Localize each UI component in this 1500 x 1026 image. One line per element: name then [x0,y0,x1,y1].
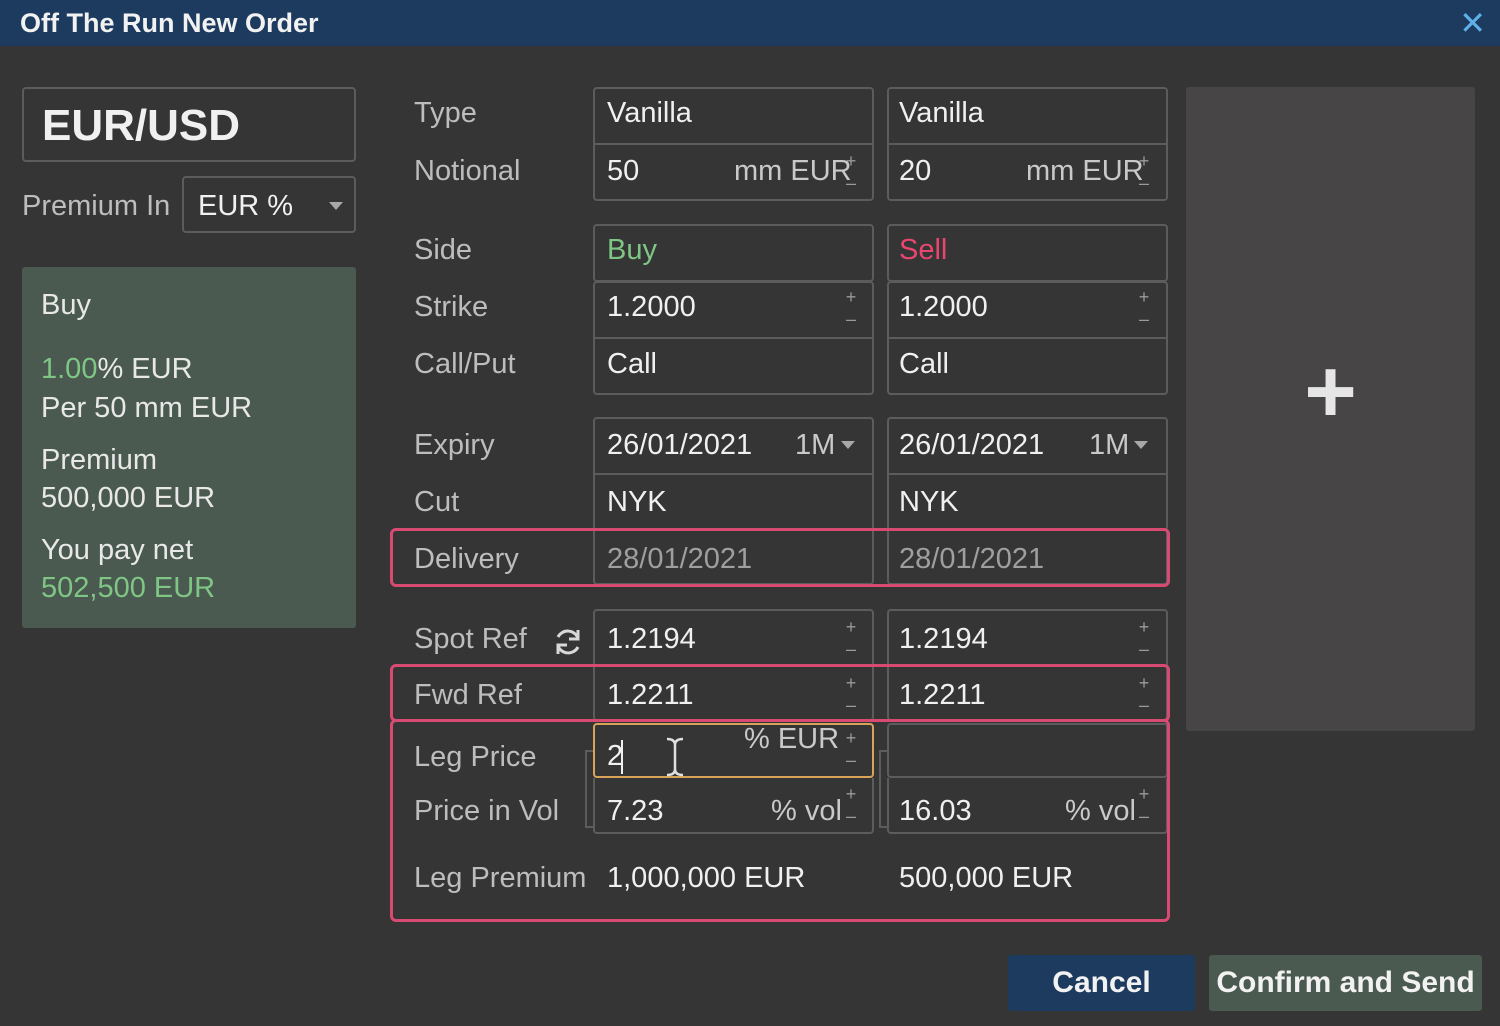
leg1-expiry-input[interactable]: 26/01/2021 [607,429,752,462]
label-type: Type [414,97,477,129]
plus-icon[interactable]: + [1136,152,1152,170]
summary-per-line: Per 50 mm EUR [41,392,253,424]
minus-icon[interactable]: – [843,174,859,192]
label-notional: Notional [414,155,521,187]
leg2-expiry-input[interactable]: 26/01/2021 [899,429,1044,462]
premium-in-value: EUR % [198,190,294,222]
minus-icon[interactable]: – [1136,310,1152,328]
refresh-icon[interactable] [552,626,584,658]
plus-icon[interactable]: + [843,288,859,306]
leg1-strike-input[interactable]: 1.2000 [607,291,696,324]
title-bar: Off The Run New Order ✕ [0,0,1500,46]
minus-icon[interactable]: – [1136,640,1152,658]
label-side: Side [414,234,473,266]
leg1-tenor-select[interactable]: 1M [795,429,835,462]
add-leg-panel[interactable]: + [1186,87,1475,731]
label-spot-ref: Spot Ref [414,623,527,655]
leg2-notional-input[interactable]: 20 [899,155,931,188]
leg2-notional-stepper[interactable]: + – [1136,152,1152,192]
leg1-side-value: Buy [607,234,657,266]
leg2-type-field[interactable]: Vanilla [899,97,984,130]
order-summary-panel: Buy 1.00% EUR Per 50 mm EUR Premium 500,… [22,267,356,628]
plus-icon[interactable]: + [1136,618,1152,636]
currency-pair-box[interactable]: EUR/USD [22,87,356,162]
leg2-spot-ref-input[interactable]: 1.2194 [899,623,988,656]
plus-icon[interactable]: + [1136,288,1152,306]
fwd-ref-highlight [390,664,1170,722]
leg2-strike-input[interactable]: 1.2000 [899,291,988,324]
label-callput: Call/Put [414,348,516,380]
premium-in-label: Premium In [22,190,171,222]
label-expiry: Expiry [414,429,495,461]
leg1-spot-ref-input[interactable]: 1.2194 [607,623,696,656]
leg1-cut-field[interactable]: NYK [607,486,667,519]
leg1-spot-stepper[interactable]: + – [843,618,859,658]
add-leg-plus-icon[interactable]: + [1186,347,1475,437]
minus-icon[interactable]: – [1136,174,1152,192]
premium-in-select[interactable]: EUR % [182,176,356,233]
summary-price: 1.00% EUR [41,353,193,386]
cancel-button[interactable]: Cancel [1008,955,1195,1011]
chevron-down-icon [329,202,343,210]
leg2-tenor-select[interactable]: 1M [1089,429,1129,462]
leg1-strike-stepper[interactable]: + – [843,288,859,328]
leg2-strike-stepper[interactable]: + – [1136,288,1152,328]
leg1-notional-unit: mm EUR [734,155,852,187]
leg2-notional-unit: mm EUR [1026,155,1144,187]
leg2-cut-field[interactable]: NYK [899,486,959,519]
leg1-notional-stepper[interactable]: + – [843,152,859,192]
leg1-callput-field[interactable]: Call [607,348,657,381]
confirm-and-send-button[interactable]: Confirm and Send [1209,955,1482,1011]
leg2-callput-field[interactable]: Call [899,348,949,381]
plus-icon[interactable]: + [843,152,859,170]
label-cut: Cut [414,486,460,518]
leg1-notional-input[interactable]: 50 [607,155,639,188]
leg2-side-value: Sell [899,234,948,266]
leg-price-highlight [390,719,1170,922]
summary-net-value: 502,500 EUR [41,572,216,604]
summary-price-unit: % EUR [97,353,193,385]
close-icon[interactable]: ✕ [1459,5,1486,41]
minus-icon[interactable]: – [843,310,859,328]
delivery-highlight [390,528,1170,587]
summary-premium-value: 500,000 EUR [41,482,216,514]
window-title: Off The Run New Order [20,8,319,38]
leg1-type-field[interactable]: Vanilla [607,97,692,130]
summary-price-value: 1.00 [41,353,98,385]
summary-net-label: You pay net [41,534,194,566]
plus-icon[interactable]: + [843,618,859,636]
summary-side: Buy [41,289,91,321]
leg2-spot-stepper[interactable]: + – [1136,618,1152,658]
currency-pair: EUR/USD [42,101,241,150]
summary-premium-label: Premium [41,444,158,476]
chevron-down-icon[interactable] [1134,441,1148,449]
minus-icon[interactable]: – [843,640,859,658]
chevron-down-icon[interactable] [841,441,855,449]
label-strike: Strike [414,291,489,323]
